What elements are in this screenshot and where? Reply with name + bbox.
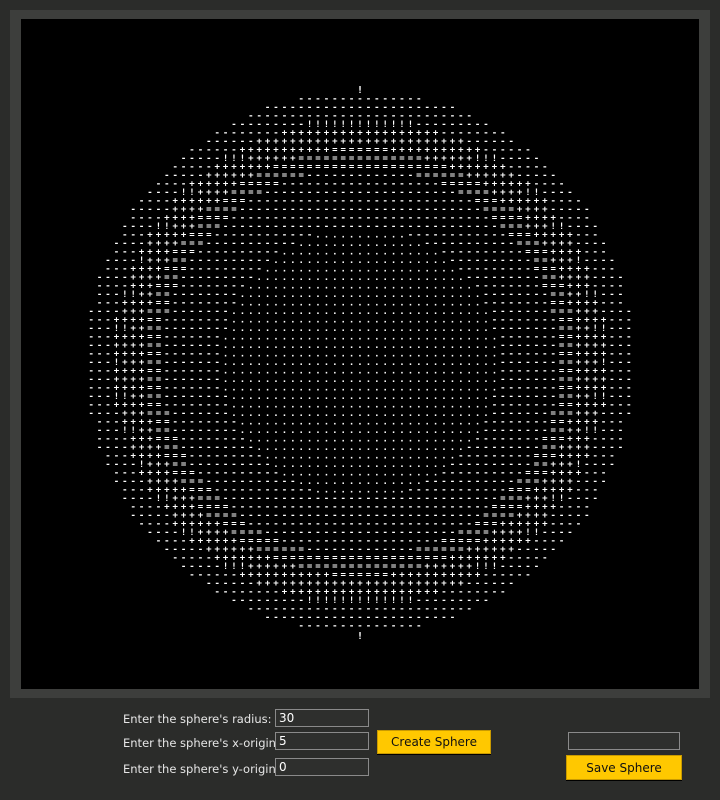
sphere-glyph: - xyxy=(618,443,623,453)
sphere-glyph: - xyxy=(282,613,287,623)
sphere-glyph: - xyxy=(458,605,463,615)
sphere-glyph: - xyxy=(198,571,203,581)
sphere-glyph: - xyxy=(500,588,505,598)
sphere-render: - - - - - - - - - - - - - - -- - - - - - - - - - - - - - - - - - - - - - -- -… xyxy=(88,85,631,642)
sphere-glyph: - xyxy=(433,613,438,623)
sphere-glyph: - xyxy=(223,588,228,598)
sphere-glyph: - xyxy=(391,622,396,632)
sphere-glyph: - xyxy=(139,520,144,530)
sphere-glyph: - xyxy=(382,622,387,632)
sphere-glyph: - xyxy=(97,443,102,453)
radius-input[interactable] xyxy=(275,709,369,727)
sphere-glyph: - xyxy=(315,622,320,632)
sphere-glyph: - xyxy=(231,596,236,606)
sphere-glyph: - xyxy=(483,596,488,606)
sphere-glyph: - xyxy=(550,545,555,555)
sphere-canvas: ----------------------------------------… xyxy=(21,19,699,689)
sphere-glyph: - xyxy=(206,579,211,589)
scroll-hint xyxy=(200,794,480,800)
sphere-glyph: - xyxy=(542,554,547,564)
sphere-glyph: - xyxy=(105,460,110,470)
sphere-glyph: - xyxy=(265,613,270,623)
y-origin-input[interactable] xyxy=(275,758,369,776)
sphere-glyph: - xyxy=(240,596,245,606)
canvas-frame: ----------------------------------------… xyxy=(10,10,710,698)
sphere-pole-glyph: ! xyxy=(357,631,363,642)
sphere-glyph: - xyxy=(492,588,497,598)
sphere-glyph: - xyxy=(298,622,303,632)
sphere-glyph: - xyxy=(525,571,530,581)
sphere-glyph: - xyxy=(424,613,429,623)
create-sphere-button[interactable]: Create Sphere xyxy=(377,730,491,754)
sphere-glyph: - xyxy=(592,494,597,504)
sphere-glyph: - xyxy=(466,605,471,615)
radius-label: Enter the sphere's radius: xyxy=(123,712,272,726)
sphere-glyph: - xyxy=(122,494,127,504)
sphere-glyph: - xyxy=(475,596,480,606)
sphere-glyph: - xyxy=(156,537,161,547)
sphere-glyph: - xyxy=(324,622,329,632)
y-origin-label: Enter the sphere's y-origin: xyxy=(123,762,280,776)
sphere-glyph: - xyxy=(517,571,522,581)
save-sphere-button[interactable]: Save Sphere xyxy=(566,755,682,780)
filename-input[interactable] xyxy=(568,732,680,750)
sphere-glyph: - xyxy=(609,460,614,470)
sphere-glyph: - xyxy=(416,622,421,632)
sphere-glyph: - xyxy=(88,409,93,419)
sphere-glyph: - xyxy=(172,554,177,564)
sphere-glyph: - xyxy=(147,528,152,538)
sphere-pole-glyph: ! xyxy=(357,85,363,96)
sphere-glyph: - xyxy=(332,622,337,632)
sphere-glyph: - xyxy=(181,562,186,572)
sphere-glyph: - xyxy=(357,622,362,632)
sphere-glyph: - xyxy=(508,579,513,589)
app-window: ----------------------------------------… xyxy=(0,0,720,800)
sphere-glyph: - xyxy=(576,520,581,530)
sphere-glyph: - xyxy=(189,571,194,581)
sphere-glyph: - xyxy=(559,537,564,547)
sphere-glyph: - xyxy=(366,622,371,632)
sphere-glyph: - xyxy=(601,477,606,487)
sphere-glyph: - xyxy=(450,613,455,623)
sphere-glyph: - xyxy=(114,477,119,487)
x-origin-label: Enter the sphere's x-origin: xyxy=(123,736,280,750)
sphere-glyph: - xyxy=(408,622,413,632)
x-origin-input[interactable] xyxy=(275,732,369,750)
sphere-glyph: - xyxy=(626,409,631,419)
sphere-glyph: - xyxy=(214,588,219,598)
sphere-glyph: - xyxy=(164,545,169,555)
sphere-glyph: - xyxy=(567,528,572,538)
sphere-glyph: - xyxy=(340,622,345,632)
sphere-glyph: - xyxy=(441,613,446,623)
sphere-glyph: - xyxy=(534,562,539,572)
sphere-glyph: - xyxy=(130,511,135,521)
sphere-glyph: - xyxy=(584,511,589,521)
sphere-glyph: - xyxy=(248,605,253,615)
sphere-glyph: - xyxy=(256,605,261,615)
sphere-glyph: - xyxy=(307,622,312,632)
sphere-glyph: - xyxy=(374,622,379,632)
sphere-glyph: - xyxy=(349,622,354,632)
sphere-glyph: - xyxy=(273,613,278,623)
sphere-glyph: - xyxy=(399,622,404,632)
sphere-glyph: - xyxy=(290,613,295,623)
